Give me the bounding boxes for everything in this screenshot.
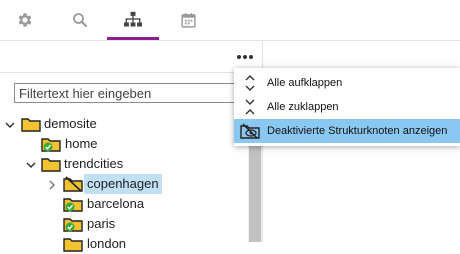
collapse-icon: [240, 97, 260, 117]
tab-search[interactable]: [60, 0, 100, 40]
menu-item-label: Deaktivierte Strukturknoten anzeigen: [267, 125, 448, 137]
search-icon: [73, 13, 88, 28]
menu-item-expand-all[interactable]: Alle aufklappen: [234, 71, 460, 95]
folder-icon: [41, 158, 61, 172]
folder-disabled-icon: [63, 176, 83, 192]
tab-structure[interactable]: [107, 0, 159, 40]
more-options-button[interactable]: [233, 47, 257, 67]
gear-icon: [18, 13, 32, 27]
dot-icon: [243, 55, 247, 59]
dot-icon: [249, 55, 253, 59]
tab-settings[interactable]: [5, 0, 45, 40]
dot-icon: [237, 55, 241, 59]
menu-item-collapse-all[interactable]: Alle zuklappen: [234, 95, 460, 119]
page-published-icon: [63, 198, 83, 212]
filter-input[interactable]: [14, 83, 250, 103]
menu-item-show-disabled-nodes[interactable]: Deaktivierte Strukturknoten anzeigen: [234, 119, 460, 143]
chevron-down-icon[interactable]: [24, 158, 38, 172]
chevron-right-icon[interactable]: [45, 178, 59, 192]
tree-node-partial[interactable]: london: [84, 234, 129, 254]
folder-icon: [63, 238, 83, 252]
calendar-icon: [180, 12, 196, 28]
disabled-node-visibility-icon: [240, 121, 260, 141]
page-published-icon: [63, 218, 83, 232]
menu-item-label: Alle aufklappen: [267, 77, 343, 89]
tree-node-trendcities[interactable]: trendcities: [61, 154, 126, 174]
folder-icon: [21, 118, 41, 132]
top-tab-bar: [0, 0, 460, 40]
tree-node-barcelona[interactable]: barcelona: [84, 194, 147, 214]
tree-node-paris[interactable]: paris: [84, 214, 118, 234]
tree-node-demosite[interactable]: demosite: [41, 114, 100, 134]
tree-node-copenhagen[interactable]: copenhagen: [84, 174, 162, 194]
tab-calendar[interactable]: [168, 0, 208, 40]
tree-node-home[interactable]: home: [62, 134, 101, 154]
page-published-icon: [41, 138, 61, 152]
tree-options-menu: Alle aufklappen Alle zuklappen Deaktivie…: [234, 68, 460, 146]
expand-icon: [240, 73, 260, 93]
sitemap-icon: [124, 11, 142, 27]
chevron-down-icon[interactable]: [3, 118, 17, 132]
structure-toolbar: [0, 41, 262, 73]
menu-item-label: Alle zuklappen: [267, 101, 339, 113]
